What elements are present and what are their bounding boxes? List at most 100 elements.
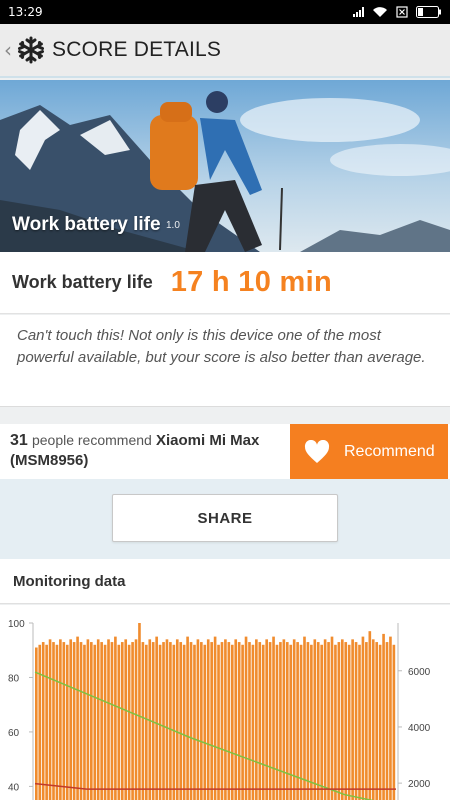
chart-bar xyxy=(347,644,351,800)
chart-bar xyxy=(79,642,83,800)
recommend-button[interactable]: Recommend xyxy=(290,424,448,479)
chart-bar xyxy=(131,642,134,800)
chevron-left-icon[interactable]: ‹ xyxy=(4,38,14,62)
chart-bar xyxy=(162,642,165,800)
chart-bar xyxy=(186,636,189,800)
y-right-tick-label: 2000 xyxy=(408,779,431,790)
signal-icon xyxy=(353,7,364,17)
chart-bar xyxy=(117,644,121,800)
chart-bar xyxy=(45,644,48,800)
recommend-count: 31 xyxy=(10,432,28,449)
chart-bar xyxy=(224,639,227,800)
chart-bar xyxy=(141,642,145,800)
chart-bar xyxy=(344,642,348,800)
chart-bar xyxy=(217,644,220,800)
hero-banner: Work battery life 1.0 xyxy=(0,80,450,252)
chart-bar xyxy=(268,642,272,800)
chart-bar xyxy=(169,642,172,800)
chart-bar xyxy=(76,636,79,800)
chart-bar xyxy=(100,642,103,800)
chart-bar xyxy=(206,639,210,800)
chart-bar xyxy=(285,642,289,800)
chart-bar xyxy=(368,631,372,800)
score-label: Work battery life xyxy=(12,272,153,292)
chart-bar xyxy=(351,639,354,800)
status-bar: 13:29 xyxy=(0,0,450,24)
chart-bar xyxy=(72,642,76,800)
no-sim-icon xyxy=(396,6,408,18)
chart-bar xyxy=(155,636,158,800)
chart-bar xyxy=(392,644,396,800)
chart-bar xyxy=(200,642,203,800)
chart-bar xyxy=(303,636,306,800)
y-right-tick-label: 6000 xyxy=(408,667,431,678)
heart-icon xyxy=(304,439,330,463)
wifi-icon xyxy=(373,7,387,17)
chart-bar xyxy=(196,639,200,800)
status-icons xyxy=(353,6,442,18)
chart-bar xyxy=(248,642,251,800)
chart-bar xyxy=(189,642,193,800)
chart-bar xyxy=(203,644,207,800)
chart-bar xyxy=(210,642,213,800)
score-description: Can't touch this! Not only is this devic… xyxy=(0,315,450,407)
monitoring-header: Monitoring data xyxy=(0,559,450,604)
chart-bar xyxy=(107,639,110,800)
chart-bar xyxy=(282,639,286,800)
snowflake-logo-icon[interactable] xyxy=(16,35,46,65)
chart-bar xyxy=(230,644,234,800)
chart-bar xyxy=(323,639,327,800)
y-left-tick-label: 60 xyxy=(8,728,20,739)
chart-bar xyxy=(134,639,138,800)
chart-bar xyxy=(258,642,262,800)
chart-bar xyxy=(251,644,255,800)
chart-bar xyxy=(193,644,196,800)
chart-bar xyxy=(275,644,279,800)
monitoring-title: Monitoring data xyxy=(13,572,126,590)
y-left-tick-label: 100 xyxy=(8,619,25,630)
share-button[interactable]: SHARE xyxy=(112,494,338,542)
chart-bar xyxy=(255,639,258,800)
chart-bar xyxy=(382,633,385,800)
chart-bar xyxy=(120,642,124,800)
chart-bar xyxy=(340,639,344,800)
chart-bar xyxy=(35,647,38,800)
chart-bar xyxy=(306,642,310,800)
score-value: 17 h 10 min xyxy=(170,266,332,298)
chart-bar xyxy=(93,644,97,800)
monitoring-chart-svg: 100 80 60 40 6000 4000 2000 xyxy=(8,619,431,800)
chart-bar xyxy=(272,636,275,800)
chart-bar xyxy=(334,644,337,800)
chart-bar xyxy=(375,642,379,800)
chart-bar xyxy=(145,644,148,800)
chart-bar xyxy=(96,639,100,800)
battery-icon xyxy=(416,6,441,18)
chart-bar xyxy=(320,644,323,800)
chart-bar xyxy=(83,644,86,800)
chart-bar xyxy=(62,642,66,800)
y-left-tick-label: 80 xyxy=(8,673,20,684)
chart-bar xyxy=(114,636,117,800)
chart-bar xyxy=(90,642,93,800)
chart-bar xyxy=(41,642,45,800)
chart-bar xyxy=(358,644,361,800)
chart-bar xyxy=(65,644,69,800)
chart-bar xyxy=(55,644,59,800)
recommend-people-text: people recommend xyxy=(31,432,152,448)
chart-bar xyxy=(103,644,107,800)
chart-bar xyxy=(389,636,392,800)
chart-bar xyxy=(279,642,282,800)
chart-bar xyxy=(227,642,231,800)
chart-bar xyxy=(138,623,141,800)
chart-bar xyxy=(52,642,55,800)
monitoring-chart: 100 80 60 40 6000 4000 2000 xyxy=(0,605,450,800)
chart-bar xyxy=(378,644,382,800)
chart-bar xyxy=(69,639,73,800)
hero-version: 1.0 xyxy=(166,220,180,231)
page-title: SCORE DETAILS xyxy=(52,38,222,61)
chart-bar xyxy=(265,639,268,800)
chart-bar xyxy=(365,642,368,800)
chart-bar xyxy=(316,642,320,800)
recommend-button-label: Recommend xyxy=(344,442,435,460)
chart-bar xyxy=(38,644,42,800)
